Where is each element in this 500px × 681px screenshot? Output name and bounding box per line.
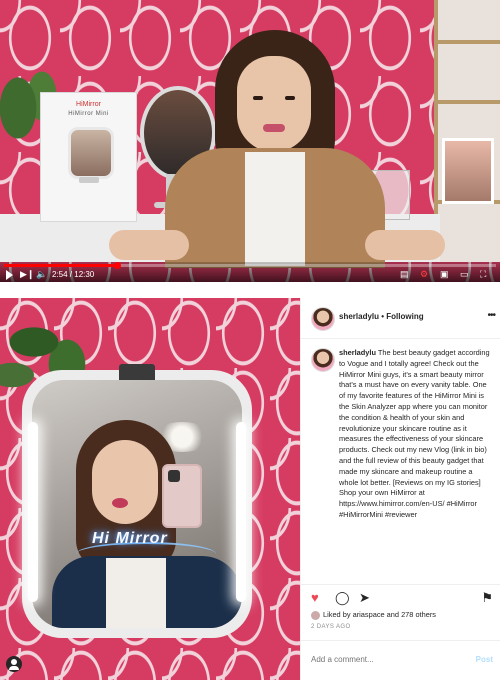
heart-icon[interactable]: ♥	[311, 591, 319, 605]
miniplayer-icon[interactable]: ▣	[440, 269, 450, 279]
mirror-light	[236, 422, 246, 602]
user-tag-icon[interactable]	[6, 656, 22, 672]
framed-photo	[442, 138, 494, 204]
product-box-mirror-image	[68, 127, 114, 179]
post-header: sherladylu • Following •••	[301, 298, 500, 339]
comment-icon[interactable]: ◯	[335, 591, 350, 605]
progress-played	[4, 264, 118, 267]
caption-block: sherladylu The best beauty gadget accord…	[301, 342, 500, 580]
presenter-eye	[253, 96, 263, 100]
product-box: HiMirror HiMirror Mini	[40, 92, 137, 222]
product-box-stand	[79, 177, 99, 183]
avatar[interactable]	[311, 307, 335, 331]
presenter-face	[237, 56, 311, 152]
post-header-user: sherladylu • Following	[339, 312, 424, 321]
play-icon[interactable]	[6, 270, 13, 280]
presenter-hand	[109, 230, 189, 260]
product-box-brand: HiMirror	[76, 101, 101, 108]
presenter-lips	[263, 124, 285, 132]
presenter	[109, 30, 445, 268]
reflection-shirt	[106, 558, 166, 628]
reflection-face	[92, 440, 158, 524]
share-icon[interactable]: ➤	[359, 591, 370, 605]
username-link[interactable]: sherladylu	[339, 312, 379, 321]
presenter-hand	[365, 230, 445, 260]
theater-icon[interactable]: ▭	[460, 269, 470, 279]
himirror-device: Hi Mirror	[22, 364, 252, 638]
phone	[162, 464, 202, 528]
presenter-eye	[285, 96, 295, 100]
time-display: 2:54 / 12:30	[52, 270, 95, 279]
caption-body: The best beauty gadget according to Vogu…	[339, 348, 490, 519]
phone-camera	[168, 470, 180, 482]
video-player[interactable]: HiMirror HiMirror Mini ▶❙ 🔈 2:54 / 12:30…	[0, 0, 500, 282]
mirror-glass: Hi Mirror	[32, 380, 242, 628]
product-box-model: HiMirror Mini	[68, 111, 109, 117]
bookmark-icon[interactable]: ⚑	[481, 591, 493, 605]
comment-input[interactable]	[311, 655, 461, 664]
more-options-icon[interactable]: •••	[487, 310, 495, 321]
likes-summary[interactable]: Liked by ariaspace and 278 others	[311, 610, 497, 620]
action-bar: ♥ ◯ ➤ ⚑	[301, 584, 500, 609]
mirror-light	[28, 422, 38, 602]
mirror-logo-text: Hi Mirror	[92, 530, 168, 547]
caption-text: sherladylu The best beauty gadget accord…	[339, 348, 493, 521]
post-sidebar: sherladylu • Following ••• sherladylu Th…	[300, 298, 500, 680]
comment-bar: Post	[301, 640, 500, 681]
settings-icon[interactable]: ⚙	[420, 269, 430, 279]
post-comment-button[interactable]: Post	[476, 655, 493, 664]
bookshelf	[434, 0, 500, 262]
post-date: 2 DAYS AGO	[311, 624, 351, 630]
caption-username[interactable]: sherladylu	[339, 348, 376, 357]
video-controls: ▶❙ 🔈 2:54 / 12:30 ▤ ⚙ ▣ ▭ ⛶	[0, 262, 500, 282]
progress-bar[interactable]	[4, 262, 496, 269]
likes-text: Liked by ariaspace and 278 others	[323, 610, 436, 619]
following-button[interactable]: Following	[386, 312, 423, 321]
avatar[interactable]	[311, 348, 335, 372]
reflection-lips	[112, 498, 128, 508]
presenter-shirt	[245, 152, 305, 266]
instagram-post: Hi Mirror sherladylu • Following ••• she…	[0, 298, 500, 680]
volume-icon[interactable]: 🔈	[36, 269, 47, 280]
next-icon[interactable]: ▶❙	[20, 269, 34, 280]
progress-scrubber[interactable]	[114, 262, 122, 269]
subtitles-icon[interactable]: ▤	[400, 269, 410, 279]
fullscreen-icon[interactable]: ⛶	[480, 269, 490, 279]
post-photo[interactable]: Hi Mirror	[0, 298, 300, 680]
liker-avatar	[311, 610, 320, 620]
